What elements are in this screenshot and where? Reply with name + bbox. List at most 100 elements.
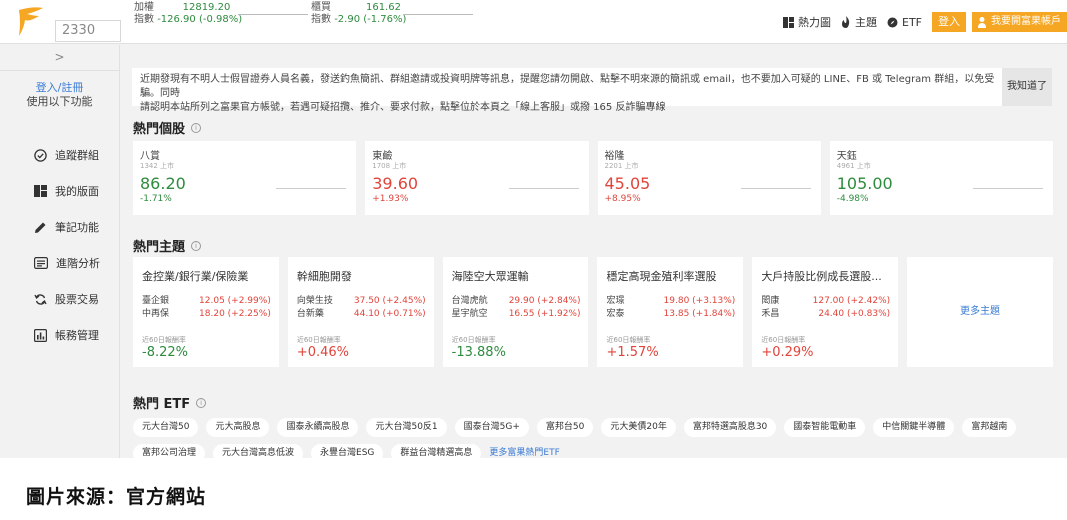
etf-tags-row-2: 富邦公司治理 元大台灣高息低波 永豐台灣ESG 群益台灣精選高息 更多富果熱門E… (133, 444, 560, 458)
fugle-logo[interactable] (15, 6, 45, 38)
sidebar-item-label: 我的版面 (55, 185, 99, 198)
nav-heatmap[interactable]: 熱力圖 (783, 14, 831, 30)
theme-stock-value: 24.40 (+0.83%) (818, 309, 891, 319)
taiex-index[interactable]: 加權 12819.20 指數 -126.90 (-0.98%) (134, 2, 308, 26)
stock-sparkline (740, 188, 811, 189)
nav-etf-label: ETF (902, 15, 922, 29)
info-icon[interactable]: i (191, 122, 202, 133)
sidebar-item-analysis[interactable]: 進階分析 (0, 245, 119, 281)
theme-stock-name: 台新藥 (296, 309, 324, 319)
etf-tag[interactable]: 國泰智能電動車 (784, 418, 866, 437)
stock-card[interactable]: 東鹼 1708 上市 39.60 +1.93% (365, 141, 589, 215)
open-account-button[interactable]: 我要開富果帳戶 (972, 12, 1067, 32)
index-value: 161.62 (365, 2, 401, 13)
stock-name: 東鹼 (372, 151, 393, 162)
nav-etf[interactable]: ETF (887, 16, 922, 29)
theme-stock-value: 127.00 (+2.42%) (812, 296, 891, 306)
open-account-label: 我要開富果帳戶 (991, 16, 1061, 27)
stock-code: 4961 上市 (836, 162, 871, 170)
nav-theme-label: 主題 (855, 16, 877, 29)
theme-stock-value: 29.90 (+2.84%) (508, 296, 581, 306)
theme-return-label: 近60日報酬率 (606, 336, 651, 344)
etf-tag[interactable]: 國泰台灣5G+ (454, 418, 529, 437)
login-button[interactable]: 登入 (932, 12, 966, 32)
theme-stock-name: 臺企銀 (142, 296, 170, 306)
stock-card[interactable]: 八賞 1342 上市 86.20 -1.71% (133, 141, 357, 215)
stock-sparkline (276, 188, 347, 189)
etf-tag[interactable]: 元大美債20年 (601, 418, 676, 437)
etf-tag[interactable]: 元大台灣50反1 (366, 418, 447, 437)
theme-return: -13.88% (451, 345, 506, 360)
nav-heatmap-label: 熱力圖 (798, 16, 831, 29)
heatmap-icon (783, 16, 794, 28)
theme-card[interactable]: 幹細胞開發 向榮生技 37.50 (+2.45%) 台新藥 44.10 (+0.71… (287, 257, 434, 367)
index-change: -2.90 (-1.76%) (334, 14, 407, 25)
nav-theme[interactable]: 主題 (841, 14, 877, 30)
hot-stocks-heading: 熱門個股 i (133, 118, 202, 137)
theme-return: -8.22% (142, 345, 188, 360)
theme-stock-value: 12.05 (+2.99%) (199, 296, 271, 306)
theme-card[interactable]: 金控業/銀行業/保險業 臺企銀 12.05 (+2.99%) 中再保 18.20 (… (133, 257, 279, 367)
etf-tag[interactable]: 富邦越南 (962, 418, 1017, 437)
etf-tag[interactable]: 群益台灣精選高息 (391, 444, 482, 458)
sidebar-item-layout[interactable]: 我的版面 (0, 173, 119, 209)
theme-return-label: 近60日報酬率 (451, 336, 496, 344)
stock-card[interactable]: 天鈺 4961 上市 105.00 -4.98% (829, 141, 1053, 215)
theme-title: 金控業/銀行業/保險業 (142, 270, 249, 283)
sidebar-item-watchlist[interactable]: 追蹤群組 (0, 137, 119, 173)
etf-tag[interactable]: 中信關鍵半導體 (873, 418, 955, 437)
compass-icon (887, 17, 898, 27)
theme-card[interactable]: 海陸空大眾運輸 台灣虎航 29.90 (+2.84%) 星宇航空 16.55 (+1… (442, 257, 589, 367)
sidebar-item-notes[interactable]: 筆記功能 (0, 209, 119, 245)
sidebar-item-label: 帳務管理 (55, 329, 99, 342)
etf-tag[interactable]: 國泰永續高股息 (277, 418, 359, 437)
theme-stock-name: 宏璟 (606, 296, 625, 306)
notice-text: 近期發現有不明人士假冒證券人員名義，發送釣魚簡訊、群組邀請或投資明牌等訊息，提醒… (140, 73, 1000, 115)
stock-change: +8.95% (604, 194, 641, 204)
stock-card[interactable]: 裕隆 2201 上市 45.05 +8.95% (597, 141, 821, 215)
dashboard-icon (34, 185, 47, 197)
stock-sparkline (973, 188, 1043, 189)
sidebar-login-link[interactable]: 登入/註冊 (0, 81, 119, 95)
etf-tag[interactable]: 元大台灣50 (133, 418, 199, 437)
hot-stocks-title: 熱門個股 (133, 122, 186, 137)
etf-tag[interactable]: 富邦特選高股息30 (683, 418, 777, 437)
etf-tag[interactable]: 富邦公司治理 (133, 444, 206, 458)
otc-index[interactable]: 櫃買 161.62 指數 -2.90 (-1.76%) (311, 2, 473, 26)
info-icon[interactable]: i (191, 240, 202, 251)
index-sparkline (238, 14, 308, 15)
theme-title: 穩定高現金殖利率選股 (606, 270, 717, 283)
stock-price: 39.60 (372, 174, 419, 193)
theme-stock-name: 台灣虎航 (451, 296, 488, 306)
etf-tag[interactable]: 元大高股息 (206, 418, 270, 437)
etf-tag[interactable]: 元大台灣高息低波 (213, 444, 304, 458)
person-icon (978, 17, 986, 28)
sidebar-expand-toggle[interactable]: > (0, 45, 119, 71)
theme-stocks: 臺企銀 12.05 (+2.99%) 中再保 18.20 (+2.25%) (142, 295, 271, 321)
stock-search-input[interactable]: 2330 (55, 20, 121, 42)
theme-return: +1.57% (606, 345, 659, 360)
theme-card[interactable]: 大戶持股比例成長選股... 閎康 127.00 (+2.42%) 禾昌 24.40 … (752, 257, 899, 367)
sidebar-item-accounting[interactable]: 帳務管理 (0, 317, 119, 353)
theme-card[interactable]: 穩定高現金殖利率選股 宏璟 19.80 (+3.13%) 宏泰 13.85 (+1.… (597, 257, 744, 367)
more-themes-link[interactable]: 更多主題 (907, 257, 1053, 367)
index-name-2: 指數 (311, 14, 331, 25)
top-nav: 熱力圖 主題 ETF 登入 我要開富果帳戶 (783, 0, 1067, 44)
sidebar-item-trading[interactable]: 股票交易 (0, 281, 119, 317)
sidebar-item-label: 進階分析 (56, 257, 100, 270)
notice-line-2: 請認明本站所列之富果官方帳號，若遇可疑招攬、推介、要求付款，點擊位於本頁之「線上… (140, 102, 666, 113)
more-etf-link[interactable]: 更多富果熱門ETF (489, 444, 559, 458)
index-name-2: 指數 (134, 14, 154, 25)
theme-return-label: 近60日報酬率 (296, 336, 341, 344)
notice-dismiss-button[interactable]: 我知道了 (1002, 68, 1052, 106)
etf-tag[interactable]: 富邦台50 (536, 418, 594, 437)
hot-etf-heading: 熱門 ETF i (133, 393, 207, 412)
pencil-icon (35, 222, 46, 233)
stock-price: 105.00 (836, 174, 893, 193)
stock-change: -1.71% (140, 194, 172, 204)
index-name: 加權 (134, 2, 154, 13)
info-icon[interactable]: i (196, 397, 207, 408)
etf-tag[interactable]: 永豐台灣ESG (311, 444, 384, 458)
index-change: -126.90 (-0.98%) (157, 14, 243, 25)
theme-stocks: 閎康 127.00 (+2.42%) 禾昌 24.40 (+0.83%) (761, 295, 890, 321)
